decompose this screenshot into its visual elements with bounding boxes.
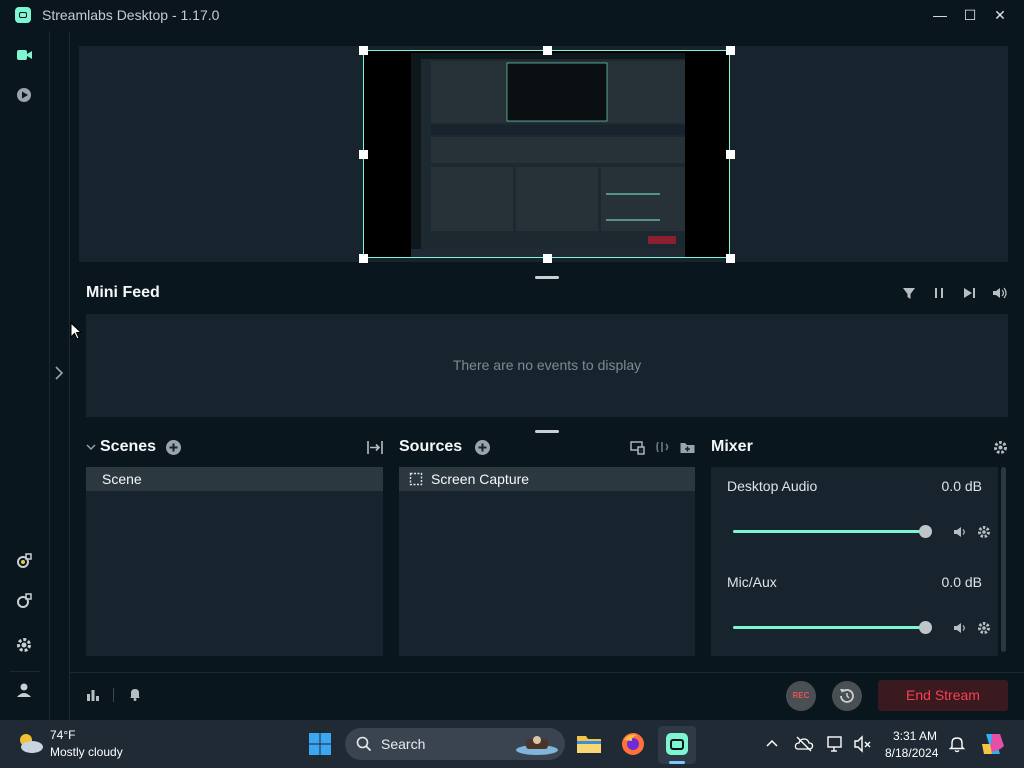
copilot-icon[interactable] — [980, 731, 1006, 757]
mini-feed-title: Mini Feed — [86, 284, 160, 301]
resize-handle[interactable] — [359, 150, 368, 159]
screen-capture-icon — [409, 472, 423, 486]
screen-capture-source[interactable] — [363, 50, 730, 258]
notification-bell-icon[interactable] — [948, 735, 966, 753]
end-stream-button[interactable]: End Stream — [878, 680, 1008, 711]
mixer-settings-icon[interactable] — [992, 439, 1009, 456]
search-highlight-icon — [516, 736, 558, 755]
search-icon — [356, 736, 372, 752]
replay-icon — [840, 689, 854, 703]
left-nav — [0, 31, 50, 720]
play-circle-icon[interactable] — [14, 85, 34, 105]
volume-slider-knob[interactable] — [919, 621, 932, 634]
window-title: Streamlabs Desktop - 1.17.0 — [42, 7, 220, 23]
bottom-separator — [113, 688, 114, 702]
weather-temperature[interactable]: 74°F — [50, 728, 75, 742]
mixer-title: Mixer — [711, 438, 753, 455]
mixer-channel-name: Mic/Aux — [727, 574, 777, 590]
scene-transitions-icon[interactable] — [366, 439, 384, 456]
app-tools-icon[interactable] — [14, 591, 34, 611]
resize-handle[interactable] — [726, 150, 735, 159]
onedrive-offline-icon[interactable] — [794, 735, 814, 753]
speaker-muted-icon[interactable] — [853, 735, 873, 753]
mute-icon[interactable] — [952, 620, 968, 636]
mixer-channel-level: 0.0 dB — [941, 574, 982, 590]
weather-description[interactable]: Mostly cloudy — [50, 745, 123, 759]
expand-chevron-icon[interactable] — [52, 364, 66, 382]
weather-cloudy-icon[interactable] — [15, 730, 45, 756]
resize-handle[interactable] — [543, 46, 552, 55]
source-audio-icon[interactable] — [654, 439, 671, 456]
active-app-indicator — [669, 761, 685, 764]
filter-icon[interactable] — [901, 285, 917, 301]
collapse-chevron-icon[interactable] — [85, 441, 97, 453]
skip-icon[interactable] — [961, 285, 977, 301]
sources-title: Sources — [399, 438, 463, 455]
nav-divider — [69, 31, 70, 720]
volume-slider[interactable] — [733, 530, 926, 533]
mixer-panel: Desktop Audio 0.0 dB Mic/Aux 0.0 dB — [711, 467, 998, 656]
streamlabs-logo-icon — [15, 7, 31, 23]
network-icon[interactable] — [826, 735, 846, 753]
streamlabs-app-icon — [666, 733, 688, 755]
channel-settings-icon[interactable] — [976, 620, 992, 636]
add-source-icon[interactable] — [474, 439, 491, 456]
mixer-channel-name: Desktop Audio — [727, 478, 818, 494]
mini-feed-list: There are no events to display — [86, 314, 1008, 417]
bell-icon[interactable] — [127, 686, 143, 702]
resize-handle[interactable] — [726, 254, 735, 263]
file-explorer-icon[interactable] — [576, 731, 602, 755]
scenes-list: Scene — [86, 467, 383, 656]
clock-date[interactable]: 8/18/2024 — [885, 746, 938, 760]
sources-list: Screen Capture — [399, 467, 695, 656]
mixer-scrollbar[interactable] — [1001, 467, 1006, 652]
mouse-cursor-icon — [70, 322, 82, 340]
windows-start-icon[interactable] — [308, 732, 332, 756]
panel-resize-bar[interactable] — [535, 430, 559, 433]
source-item[interactable]: Screen Capture — [399, 467, 695, 491]
volume-icon[interactable] — [991, 285, 1009, 301]
search-label: Search — [381, 736, 426, 752]
editor-icon[interactable] — [14, 45, 34, 65]
mini-feed-empty-text: There are no events to display — [452, 357, 642, 373]
resize-handle[interactable] — [359, 46, 368, 55]
add-folder-icon[interactable] — [679, 439, 696, 456]
volume-slider-knob[interactable] — [919, 525, 932, 538]
mute-icon[interactable] — [952, 524, 968, 540]
volume-slider[interactable] — [733, 626, 926, 629]
mixer-channel-level: 0.0 dB — [941, 478, 982, 494]
add-scene-icon[interactable] — [165, 439, 182, 456]
gear-icon[interactable] — [14, 635, 34, 655]
firefox-icon[interactable] — [620, 731, 646, 757]
panel-resize-bar[interactable] — [535, 276, 559, 279]
scene-item[interactable]: Scene — [86, 467, 383, 491]
user-icon[interactable] — [14, 680, 34, 700]
pause-icon[interactable] — [931, 285, 947, 301]
close-button[interactable]: ✕ — [986, 4, 1014, 26]
chevron-up-icon[interactable] — [765, 737, 779, 751]
resize-handle[interactable] — [543, 254, 552, 263]
clock-time[interactable]: 3:31 AM — [893, 729, 937, 743]
performance-chart-icon[interactable] — [85, 687, 101, 703]
theme-settings-icon[interactable] — [14, 551, 34, 571]
resize-handle[interactable] — [359, 254, 368, 263]
replay-buffer-button[interactable] — [832, 681, 862, 711]
nav-separator — [10, 671, 40, 672]
resize-handle[interactable] — [726, 46, 735, 55]
maximize-button[interactable]: ☐ — [956, 4, 984, 26]
record-button[interactable]: REC — [786, 681, 816, 711]
channel-settings-icon[interactable] — [976, 524, 992, 540]
minimize-button[interactable]: — — [926, 4, 954, 26]
source-display-icon[interactable] — [629, 439, 646, 456]
scenes-title: Scenes — [100, 438, 157, 455]
